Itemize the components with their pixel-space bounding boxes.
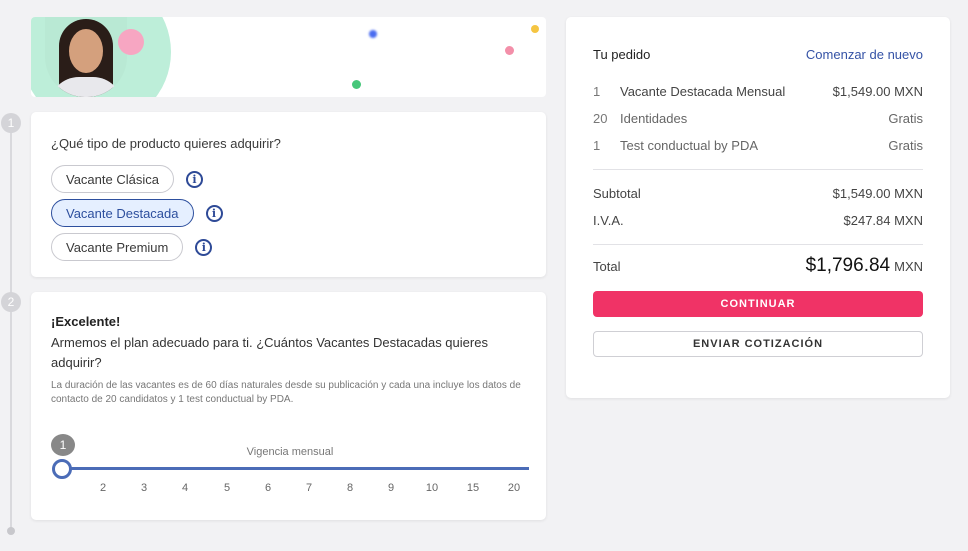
subtotal-row: Subtotal $1,549.00 MXN xyxy=(593,180,923,207)
decoration-dot-yellow xyxy=(531,25,539,33)
step-timeline xyxy=(10,130,12,530)
tax-label: I.V.A. xyxy=(593,213,624,228)
divider xyxy=(593,244,923,245)
product-type-card: ¿Qué tipo de producto quieres adquirir? … xyxy=(31,112,546,277)
total-value: $1,796.84 xyxy=(805,255,891,276)
item-name: Identidades xyxy=(620,111,688,126)
order-line-item: 20 Identidades Gratis xyxy=(593,105,923,132)
decoration-dot-pink-small xyxy=(505,46,514,55)
slider-tick[interactable]: 7 xyxy=(306,482,312,494)
continue-button[interactable]: CONTINUAR xyxy=(593,291,923,317)
decoration-dot-pink xyxy=(118,29,144,55)
info-icon[interactable]: i xyxy=(205,204,223,222)
slider-tick[interactable]: 5 xyxy=(224,482,230,494)
avatar xyxy=(45,17,127,97)
info-icon[interactable]: i xyxy=(195,238,213,256)
option-vacante-destacada[interactable]: Vacante Destacada xyxy=(51,199,194,227)
item-qty: 1 xyxy=(593,138,601,153)
total-row: Total $1,796.84 MXN xyxy=(593,255,923,277)
slider-tick[interactable]: 8 xyxy=(347,482,353,494)
quantity-description: La duración de las vacantes es de 60 día… xyxy=(51,380,521,405)
order-line-item: 1 Vacante Destacada Mensual $1,549.00 MX… xyxy=(593,78,923,105)
order-line-item: 1 Test conductual by PDA Gratis xyxy=(593,132,923,159)
slider-caption: Vigencia mensual xyxy=(246,446,334,458)
slider-tick[interactable]: 6 xyxy=(265,482,271,494)
decoration-dot-blue xyxy=(369,30,377,38)
option-row-destacada: Vacante Destacada i xyxy=(51,199,526,227)
item-name: Test conductual by PDA xyxy=(620,138,759,153)
subtotal-value: $1,549.00 MXN xyxy=(832,186,923,201)
slider-ticks: 2 3 4 5 6 7 8 9 10 15 20 xyxy=(51,482,529,496)
subtotal-label: Subtotal xyxy=(593,186,641,201)
decoration-dot-green xyxy=(352,80,361,89)
item-price: Gratis xyxy=(888,138,923,153)
slider-track[interactable] xyxy=(61,467,529,470)
slider-tick[interactable]: 3 xyxy=(141,482,147,494)
quantity-subtitle: Armemos el plan adecuado para ti. ¿Cuánt… xyxy=(51,335,488,370)
total-currency: MXN xyxy=(894,259,923,274)
slider-handle[interactable] xyxy=(52,459,72,479)
order-header: Tu pedido Comenzar de nuevo xyxy=(593,47,923,62)
tax-value: $247.84 MXN xyxy=(843,213,924,228)
slider-tick[interactable]: 15 xyxy=(467,482,479,494)
quantity-card: ¡Excelente! Armemos el plan adecuado par… xyxy=(31,292,546,520)
hero-banner xyxy=(31,17,546,97)
item-qty: 20 xyxy=(593,111,608,126)
item-price: Gratis xyxy=(888,111,923,126)
item-name: Vacante Destacada Mensual xyxy=(620,84,786,99)
info-icon[interactable]: i xyxy=(185,170,203,188)
timeline-end-dot xyxy=(7,527,15,535)
product-question: ¿Qué tipo de producto quieres adquirir? xyxy=(51,136,281,151)
item-price: $1,549.00 MXN xyxy=(832,84,923,99)
option-vacante-premium[interactable]: Vacante Premium xyxy=(51,233,184,261)
slider-tick[interactable]: 20 xyxy=(508,482,520,494)
option-vacante-clasica[interactable]: Vacante Clásica xyxy=(51,165,174,193)
step-1-indicator: 1 xyxy=(1,113,21,133)
item-qty: 1 xyxy=(593,84,601,99)
divider xyxy=(593,169,923,170)
quantity-headline: ¡Excelente! xyxy=(51,314,121,329)
send-quote-button[interactable]: ENVIAR COTIZACIÓN xyxy=(593,331,923,357)
total-amount: $1,796.84 MXN xyxy=(806,255,923,277)
step-2-indicator: 2 xyxy=(1,292,21,312)
total-label: Total xyxy=(593,259,621,274)
tax-row: I.V.A. $247.84 MXN xyxy=(593,207,923,234)
restart-link[interactable]: Comenzar de nuevo xyxy=(806,47,923,62)
option-row-clasica: Vacante Clásica i xyxy=(51,165,526,193)
option-row-premium: Vacante Premium i xyxy=(51,233,526,261)
slider-tick[interactable]: 4 xyxy=(182,482,188,494)
order-summary-card: Tu pedido Comenzar de nuevo 1 Vacante De… xyxy=(566,17,950,398)
slider-tick[interactable]: 2 xyxy=(100,482,106,494)
quantity-slider[interactable]: 1 Vigencia mensual 2 3 4 5 6 7 8 9 10 15… xyxy=(51,434,529,504)
slider-tick[interactable]: 10 xyxy=(426,482,438,494)
slider-tick[interactable]: 9 xyxy=(388,482,394,494)
order-title: Tu pedido xyxy=(593,47,651,62)
